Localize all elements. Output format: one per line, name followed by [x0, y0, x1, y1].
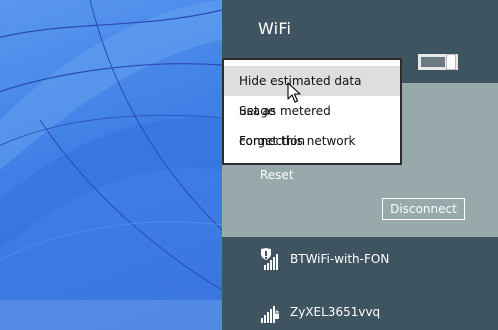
wifi-signal-icon [261, 306, 279, 323]
menu-item-hide-data-usage[interactable]: Hide estimated data usage [224, 66, 400, 118]
toggle-track [421, 57, 445, 67]
network-context-menu: Hide estimated data usage Set as metered… [222, 58, 402, 165]
reset-link[interactable]: Reset [260, 168, 294, 182]
network-item[interactable]: ZyXEL3651vvq [258, 300, 380, 324]
wifi-toggle[interactable] [418, 54, 458, 70]
wallpaper-curves [0, 0, 222, 330]
network-name: BTWiFi-with-FON [290, 252, 390, 266]
network-item[interactable]: BTWiFi-with-FON [258, 247, 389, 271]
network-name: ZyXEL3651vvq [290, 305, 381, 319]
mouse-cursor-icon [287, 82, 301, 103]
toggle-thumb[interactable] [446, 54, 456, 70]
desktop-wallpaper [0, 0, 222, 330]
wifi-shield-icon [261, 248, 278, 270]
disconnect-button[interactable]: Disconnect [382, 198, 465, 220]
menu-item-set-metered[interactable]: Set as metered connection [224, 96, 400, 148]
network-pane: WiFi Reset Disconnect BTWiFi-with-FON Zy… [222, 0, 498, 330]
menu-item-forget-network[interactable]: Forget this network [224, 126, 400, 156]
pane-title: WiFi [258, 19, 292, 38]
